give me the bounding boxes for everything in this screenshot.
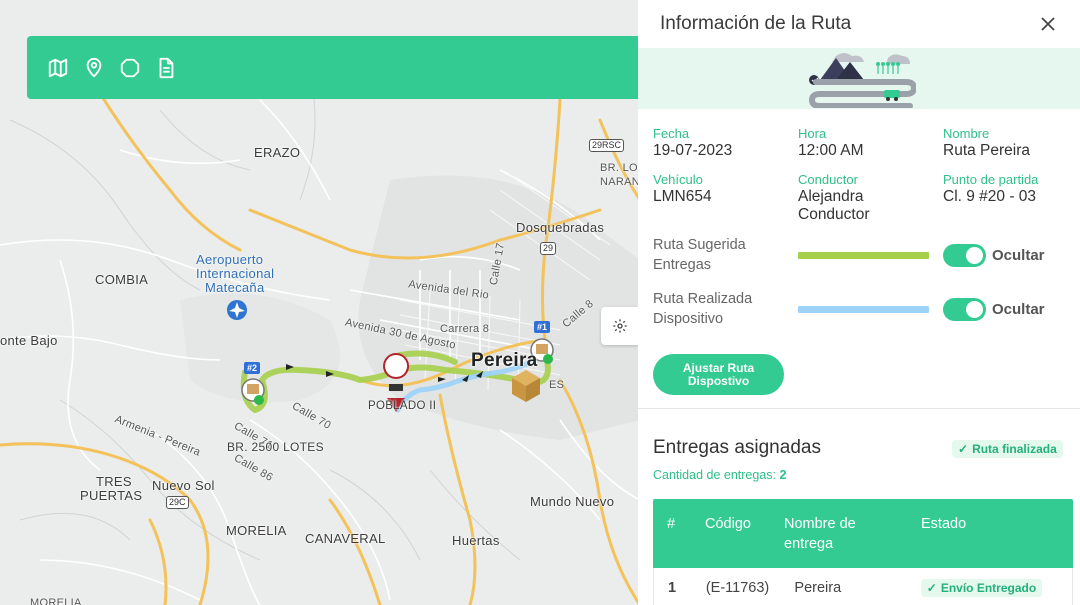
gear-icon (613, 319, 627, 333)
cell-num: 1 (668, 579, 677, 596)
road-shield-29c: 29C (166, 496, 189, 509)
map-label-carrera-8: Carrera 8 (440, 323, 490, 335)
field-nombre: Nombre Ruta Pereira (943, 126, 1031, 159)
route-status-badge: ✓ Ruta finalizada (952, 440, 1063, 458)
road-illustration-icon (808, 53, 916, 108)
field-vehiculo: Vehículo LMN654 (653, 172, 712, 205)
map-label-huertas: Huertas (452, 533, 500, 548)
map-label-tres: TRES (96, 474, 132, 489)
route-map[interactable]: ERAZO BR. LO NARAN Dosquebradas Aeropuer… (0, 0, 640, 605)
road-shield-29rsc: 29RSC (589, 139, 625, 152)
polygon-icon[interactable] (119, 57, 141, 79)
close-icon (1041, 17, 1055, 31)
map-label-erazo: ERAZO (254, 145, 301, 160)
check-icon: ✓ (958, 442, 969, 456)
cell-name: Pereira (794, 579, 842, 596)
map-label-internacional: Internacional (196, 266, 275, 281)
map-label-nuevo-sol: Nuevo Sol (152, 478, 215, 493)
stop-marker-2[interactable]: #2 (244, 362, 261, 374)
suggested-route-swatch (798, 251, 929, 259)
map-settings-button[interactable] (601, 307, 639, 345)
panel-title: Información de la Ruta (660, 13, 852, 34)
column-header-nombre: Nombre de entrega (784, 516, 856, 552)
column-header-estado: Estado (921, 516, 967, 532)
route-info-grid: Fecha 19-07-2023 Hora 12:00 AM Nombre Ru… (638, 109, 1080, 224)
column-header-codigo: Código (705, 516, 751, 532)
close-button[interactable] (1038, 14, 1058, 34)
road-shield-29: 29 (540, 242, 557, 255)
device-route-toggle-label: Ocultar (992, 300, 1045, 318)
stop-marker-1[interactable]: #1 (534, 321, 551, 333)
section-divider (638, 408, 1080, 409)
location-pin-icon[interactable] (83, 57, 105, 79)
map-label-canaveral: CANAVERAL (305, 531, 386, 546)
map-label-poblado: POBLADO II (368, 400, 437, 412)
map-label-es: ES (549, 379, 565, 391)
device-route-toggle[interactable] (943, 297, 986, 321)
column-header-num: # (667, 516, 676, 532)
map-label-naran: NARAN (600, 176, 640, 188)
map-label-morelia: MORELIA (226, 523, 287, 538)
delivery-status-badge: ✓ Envío Entregado (920, 578, 1043, 597)
field-fecha: Fecha 19-07-2023 (653, 126, 733, 159)
table-header: # Código Nombre de entrega Estado (653, 499, 1073, 568)
map-label-monte-bajo: onte Bajo (0, 333, 58, 348)
suggested-route-label: Ruta Sugerida Entregas (653, 237, 746, 273)
map-label-dosquebradas: Dosquebradas (516, 220, 605, 235)
panel-header: Información de la Ruta (638, 0, 1080, 48)
map-icon[interactable] (47, 57, 69, 79)
map-label-br-lo: BR. LO (600, 162, 638, 174)
field-punto-partida: Punto de partida Cl. 9 #20 - 03 (943, 172, 1039, 205)
map-label-pereira: Pereira (471, 350, 538, 371)
map-label-br-2500: BR. 2500 LOTES (227, 440, 324, 454)
map-toolbar (27, 36, 640, 99)
suggested-route-row: Ruta Sugerida Entregas Ocultar (638, 228, 1080, 282)
route-info-panel: Información de la Ruta Fecha 19-07-2023 … (638, 0, 1080, 605)
device-route-swatch (798, 305, 929, 313)
map-label-morelia-bottom: MORELIA (30, 597, 82, 605)
map-label-mundo-nuevo: Mundo Nuevo (530, 494, 615, 509)
deliveries-count-value: 2 (779, 468, 787, 482)
cell-status: ✓ Envío Entregado (920, 578, 1072, 597)
deliveries-table: # Código Nombre de entrega Estado 1 (E-1… (653, 499, 1073, 605)
deliveries-title: Entregas asignadas (653, 437, 821, 458)
check-icon: ✓ (926, 580, 937, 595)
adjust-route-button[interactable]: Ajustar Ruta Dispostivo (653, 354, 784, 395)
table-row[interactable]: 1 (E-11763) Pereira ✓ Envío Entregado (653, 568, 1073, 605)
document-icon[interactable] (155, 57, 177, 79)
field-hora: Hora 12:00 AM (798, 126, 864, 159)
route-illustration-banner (638, 48, 1080, 109)
field-conductor: Conductor Alejandra Conductor (798, 172, 870, 223)
cell-code: (E-11763) (705, 579, 770, 596)
suggested-route-toggle[interactable] (943, 243, 986, 267)
map-label-combia: COMBIA (95, 272, 149, 287)
map-label-puertas: PUERTAS (80, 488, 143, 503)
map-label-aeropuerto: Aeropuerto (196, 252, 264, 267)
device-route-row: Ruta Realizada Dispositivo Ocultar (638, 282, 1080, 336)
deliveries-count: Cantidad de entregas: 2 (653, 468, 787, 482)
device-route-label: Ruta Realizada Dispositivo (653, 291, 753, 327)
suggested-route-toggle-label: Ocultar (992, 246, 1045, 264)
map-label-matecana: Matecaña (205, 280, 265, 295)
